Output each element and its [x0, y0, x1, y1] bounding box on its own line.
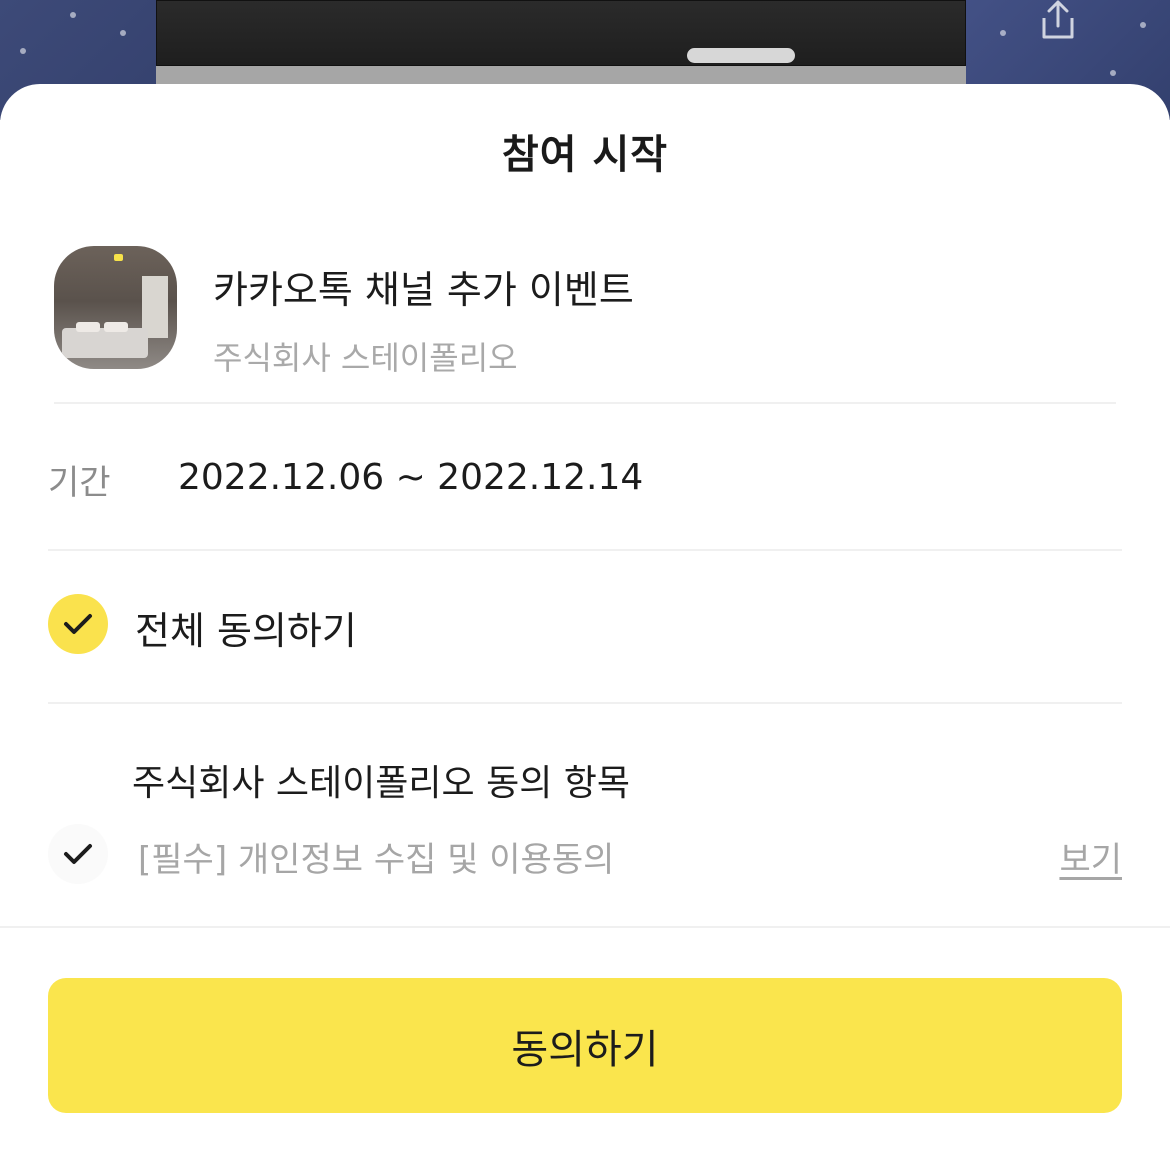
agree-all-label[interactable]: 전체 동의하기	[135, 600, 357, 655]
agree-button[interactable]: 동의하기	[48, 978, 1122, 1113]
agree-all-checkbox[interactable]	[48, 594, 108, 654]
thumbnail-bed	[62, 328, 148, 358]
sheet-grab-handle[interactable]	[687, 48, 795, 63]
event-title: 카카오톡 채널 추가 이벤트	[213, 268, 634, 312]
privacy-consent-label[interactable]: [필수] 개인정보 수집 및 이용동의	[138, 832, 614, 881]
participation-sheet: 참여 시작 카카오톡 채널 추가 이벤트 주식회사 스테이폴리오 기간 2022…	[0, 84, 1170, 1171]
divider	[48, 702, 1122, 704]
divider	[54, 402, 1116, 404]
period-value: 2022.12.06 ~ 2022.12.14	[178, 457, 644, 498]
decor-star	[70, 12, 76, 18]
check-icon	[64, 614, 92, 634]
kakao-badge-icon	[114, 254, 123, 261]
divider	[0, 926, 1170, 928]
sheet-title: 참여 시작	[501, 132, 669, 178]
decor-star	[1140, 22, 1146, 28]
period-label: 기간	[48, 463, 111, 503]
consent-section-title: 주식회사 스테이폴리오 동의 항목	[132, 763, 631, 804]
event-thumbnail	[54, 246, 177, 369]
decor-star	[1000, 30, 1006, 36]
preview-photo	[156, 0, 966, 66]
divider	[48, 549, 1122, 551]
privacy-consent-view-link[interactable]: 보기	[1059, 832, 1122, 881]
decor-star	[20, 48, 26, 54]
content-preview	[156, 0, 966, 84]
thumbnail-pillow	[104, 322, 128, 332]
event-company: 주식회사 스테이폴리오	[213, 339, 518, 377]
decor-star	[120, 30, 126, 36]
share-icon[interactable]	[1036, 0, 1080, 42]
privacy-consent-checkbox[interactable]	[48, 824, 108, 884]
thumbnail-pillow	[76, 322, 100, 332]
decor-star	[1110, 70, 1116, 76]
check-icon	[64, 844, 92, 864]
